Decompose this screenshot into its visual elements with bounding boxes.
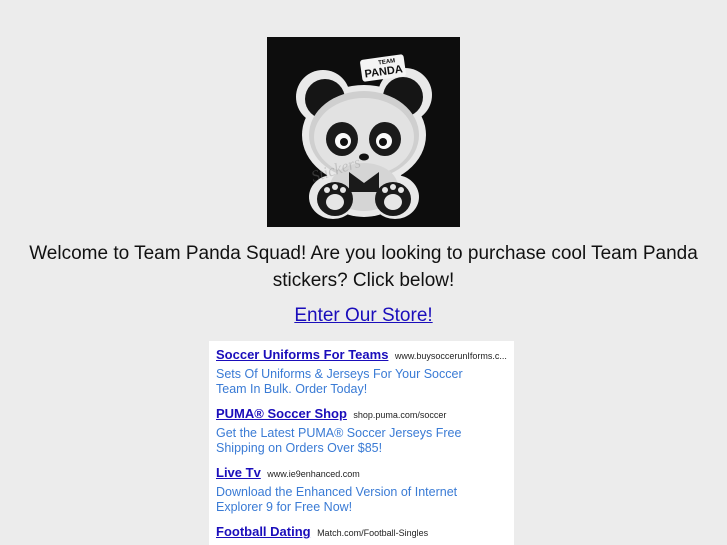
welcome-message: Welcome to Team Panda Squad! Are you loo… bbox=[0, 240, 727, 294]
ad-description[interactable]: Sets Of Uniforms & Jerseys For Your Socc… bbox=[216, 367, 486, 397]
ad-item[interactable]: PUMA® Soccer Shop shop.puma.com/soccer G… bbox=[216, 406, 507, 456]
ad-display-url: shop.puma.com/soccer bbox=[353, 410, 447, 420]
ad-item[interactable]: Soccer Uniforms For Teams www.buysocceru… bbox=[216, 347, 507, 397]
ad-title-link[interactable]: Live Tv bbox=[216, 465, 261, 480]
welcome-line-2: stickers? Click below! bbox=[272, 270, 455, 291]
ad-item[interactable]: Football Dating Match.com/Football-Singl… bbox=[216, 524, 507, 541]
store-link-container: Enter Our Store! bbox=[0, 305, 727, 327]
ad-title-link[interactable]: Football Dating bbox=[216, 524, 311, 539]
ad-block: Soccer Uniforms For Teams www.buysocceru… bbox=[209, 341, 514, 545]
team-panda-sticker-image: TEAM PANDA Stickers bbox=[267, 37, 460, 227]
ad-description[interactable]: Get the Latest PUMA® Soccer Jerseys Free… bbox=[216, 426, 486, 456]
ad-title-link[interactable]: PUMA® Soccer Shop bbox=[216, 406, 347, 421]
ad-description[interactable]: Download the Enhanced Version of Interne… bbox=[216, 485, 486, 515]
ad-item[interactable]: Live Tv www.ie9enhanced.com Download the… bbox=[216, 465, 507, 515]
welcome-line-1: Welcome to Team Panda Squad! Are you loo… bbox=[29, 243, 698, 264]
ad-display-url: www.buysoccerunIforms.c... bbox=[394, 351, 507, 361]
page: TEAM PANDA Stickers Welcome to Team Pand… bbox=[0, 0, 727, 545]
ad-display-url: www.ie9enhanced.com bbox=[267, 469, 360, 479]
ad-display-url: Match.com/Football-Singles bbox=[317, 528, 429, 538]
enter-store-link[interactable]: Enter Our Store! bbox=[294, 305, 432, 326]
ad-title-link[interactable]: Soccer Uniforms For Teams bbox=[216, 347, 388, 362]
